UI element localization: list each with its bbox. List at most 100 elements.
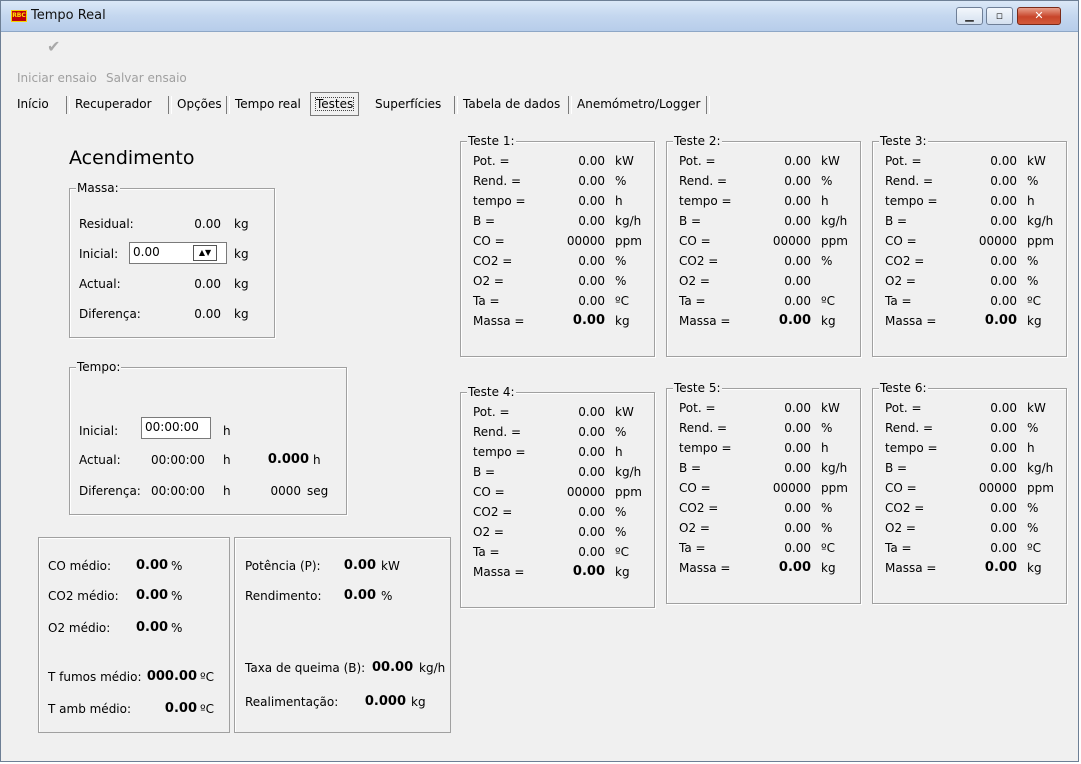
- teste-row-value: 0.00: [784, 274, 811, 288]
- close-icon: ✕: [1034, 9, 1044, 22]
- tab-testes-label: Testes: [315, 97, 355, 111]
- massa-inicial-label: Inicial:: [79, 247, 119, 261]
- teste-row-unit: kW: [1027, 401, 1046, 415]
- teste-row-value: 0.00: [778, 560, 811, 575]
- teste-4-group: Teste 4: Pot. = 0.00 kW Rend. = 0.00% tempo = 0…: [460, 385, 655, 608]
- iniciar-ensaio-button[interactable]: Iniciar ensaio: [17, 71, 97, 85]
- teste-row-value: 0.00: [572, 564, 605, 579]
- teste-row-label: CO2 =: [473, 505, 513, 519]
- tempo-actual-label: Actual:: [79, 453, 121, 467]
- teste-row-value: 0.00: [990, 174, 1017, 188]
- teste-row-label: CO2 =: [679, 254, 719, 268]
- teste-row-unit: h: [1027, 194, 1035, 208]
- tab-anemometro-logger[interactable]: Anemómetro/Logger: [573, 94, 704, 115]
- teste-row-label: Rend. =: [679, 174, 728, 188]
- teste-row-label: O2 =: [473, 274, 504, 288]
- teste-row-value: 0.00: [578, 174, 605, 188]
- tab-superficies[interactable]: Superfícies: [371, 94, 445, 115]
- teste-row-label: tempo =: [473, 445, 526, 459]
- o2-medio-value: 0.00: [136, 620, 169, 635]
- potencia-unit: kW: [381, 559, 400, 573]
- teste-row-unit: %: [615, 425, 627, 439]
- teste-row-label: Ta =: [679, 541, 706, 555]
- co-medio-unit: %: [171, 559, 183, 573]
- tempo-inicial-field[interactable]: 00:00:00: [141, 417, 211, 439]
- teste-row-value: 0.00: [578, 214, 605, 228]
- teste-5-group: Teste 5: Pot. = 0.00 kW Rend. = 0.00% tempo = 0…: [666, 381, 861, 604]
- rendimento-unit: %: [381, 589, 393, 603]
- tab-testes[interactable]: Testes: [310, 92, 360, 116]
- teste-row-value: 0.00: [578, 294, 605, 308]
- taxa-queima-value: 00.00: [372, 660, 414, 675]
- teste-row-label: CO =: [885, 234, 917, 248]
- tempo-diferenca-value: 00:00:00: [151, 484, 205, 498]
- teste-row-value: 0.00: [990, 194, 1017, 208]
- teste-row-value: 0.00: [984, 560, 1017, 575]
- teste-row-unit: ºC: [615, 545, 630, 559]
- tab-separator: [168, 96, 172, 114]
- teste-row-label: Rend. =: [473, 174, 522, 188]
- teste-row-unit: kg/h: [1027, 214, 1054, 228]
- title-bar[interactable]: RBC Tempo Real ▁ ▫ ✕: [1, 1, 1078, 32]
- teste-row-value: 0.00: [572, 313, 605, 328]
- teste-row-value: 0.00: [990, 274, 1017, 288]
- teste-row-label: Pot. =: [885, 401, 922, 415]
- t-amb-medio-unit: ºC: [200, 702, 215, 716]
- tab-separator: [454, 96, 458, 114]
- teste-row-unit: kg: [821, 561, 836, 575]
- teste-row-label: O2 =: [473, 525, 504, 539]
- teste-row-label: tempo =: [679, 441, 732, 455]
- tempo-inicial-value: 00:00:00: [145, 420, 199, 434]
- teste-row-value: 0.00: [784, 214, 811, 228]
- teste-row-label: Rend. =: [473, 425, 522, 439]
- tab-tabela-de-dados[interactable]: Tabela de dados: [459, 94, 564, 115]
- tempo-inicial-unit: h: [223, 424, 231, 438]
- massa-legend: Massa:: [76, 181, 120, 195]
- minimize-icon: ▁: [965, 9, 974, 22]
- rendimento-label: Rendimento:: [245, 589, 322, 603]
- teste-row-value: 00000: [772, 481, 811, 495]
- teste-row-unit: kg/h: [1027, 461, 1054, 475]
- teste-row-unit: kg: [615, 565, 630, 579]
- realimentacao-value: 0.000: [364, 694, 406, 709]
- tab-tempo-real[interactable]: Tempo real: [231, 94, 305, 115]
- teste-row-label: O2 =: [885, 274, 916, 288]
- tab-separator: [226, 96, 230, 114]
- teste-row-value: 00000: [566, 485, 605, 499]
- teste-row-label: tempo =: [885, 194, 938, 208]
- tempo-inicial-label: Inicial:: [79, 424, 119, 438]
- close-button[interactable]: ✕: [1017, 7, 1061, 25]
- teste-row-value: 00000: [978, 481, 1017, 495]
- teste-row-label: CO2 =: [679, 501, 719, 515]
- teste-row-unit: h: [615, 445, 623, 459]
- teste-row-unit: %: [1027, 521, 1039, 535]
- teste-row-label: B =: [679, 461, 702, 475]
- teste-row-label: CO2 =: [473, 254, 513, 268]
- t-amb-medio-label: T amb médio:: [48, 702, 132, 716]
- teste-row-unit: kW: [821, 401, 840, 415]
- massa-diferenca-value: 0.00: [194, 307, 221, 321]
- tempo-diferenca-seg-unit: seg: [307, 484, 329, 498]
- t-amb-medio-value: 0.00: [164, 701, 197, 716]
- teste-row-unit: %: [821, 174, 833, 188]
- teste-row-label: Pot. =: [679, 401, 716, 415]
- teste-row-unit: kg: [821, 314, 836, 328]
- teste-row-label: Ta =: [473, 545, 500, 559]
- teste-row-label: CO =: [885, 481, 917, 495]
- minimize-button[interactable]: ▁: [956, 7, 983, 25]
- teste-row-label: O2 =: [885, 521, 916, 535]
- teste-row-unit: kg: [1027, 314, 1042, 328]
- salvar-ensaio-button[interactable]: Salvar ensaio: [106, 71, 187, 85]
- tab-recuperador[interactable]: Recuperador: [71, 94, 156, 115]
- teste-row-label: Pot. =: [473, 405, 510, 419]
- teste-row-value: 0.00: [578, 425, 605, 439]
- tab-inicio[interactable]: Início: [13, 94, 53, 115]
- teste-row-unit: h: [821, 441, 829, 455]
- teste-row-label: Ta =: [885, 294, 912, 308]
- teste-row-unit: h: [1027, 441, 1035, 455]
- maximize-button[interactable]: ▫: [986, 7, 1013, 25]
- tab-opcoes[interactable]: Opções: [173, 94, 226, 115]
- teste-row-value: 0.00: [984, 313, 1017, 328]
- massa-inicial-stepper[interactable]: ▲▼: [193, 245, 217, 261]
- teste-row-unit: %: [1027, 421, 1039, 435]
